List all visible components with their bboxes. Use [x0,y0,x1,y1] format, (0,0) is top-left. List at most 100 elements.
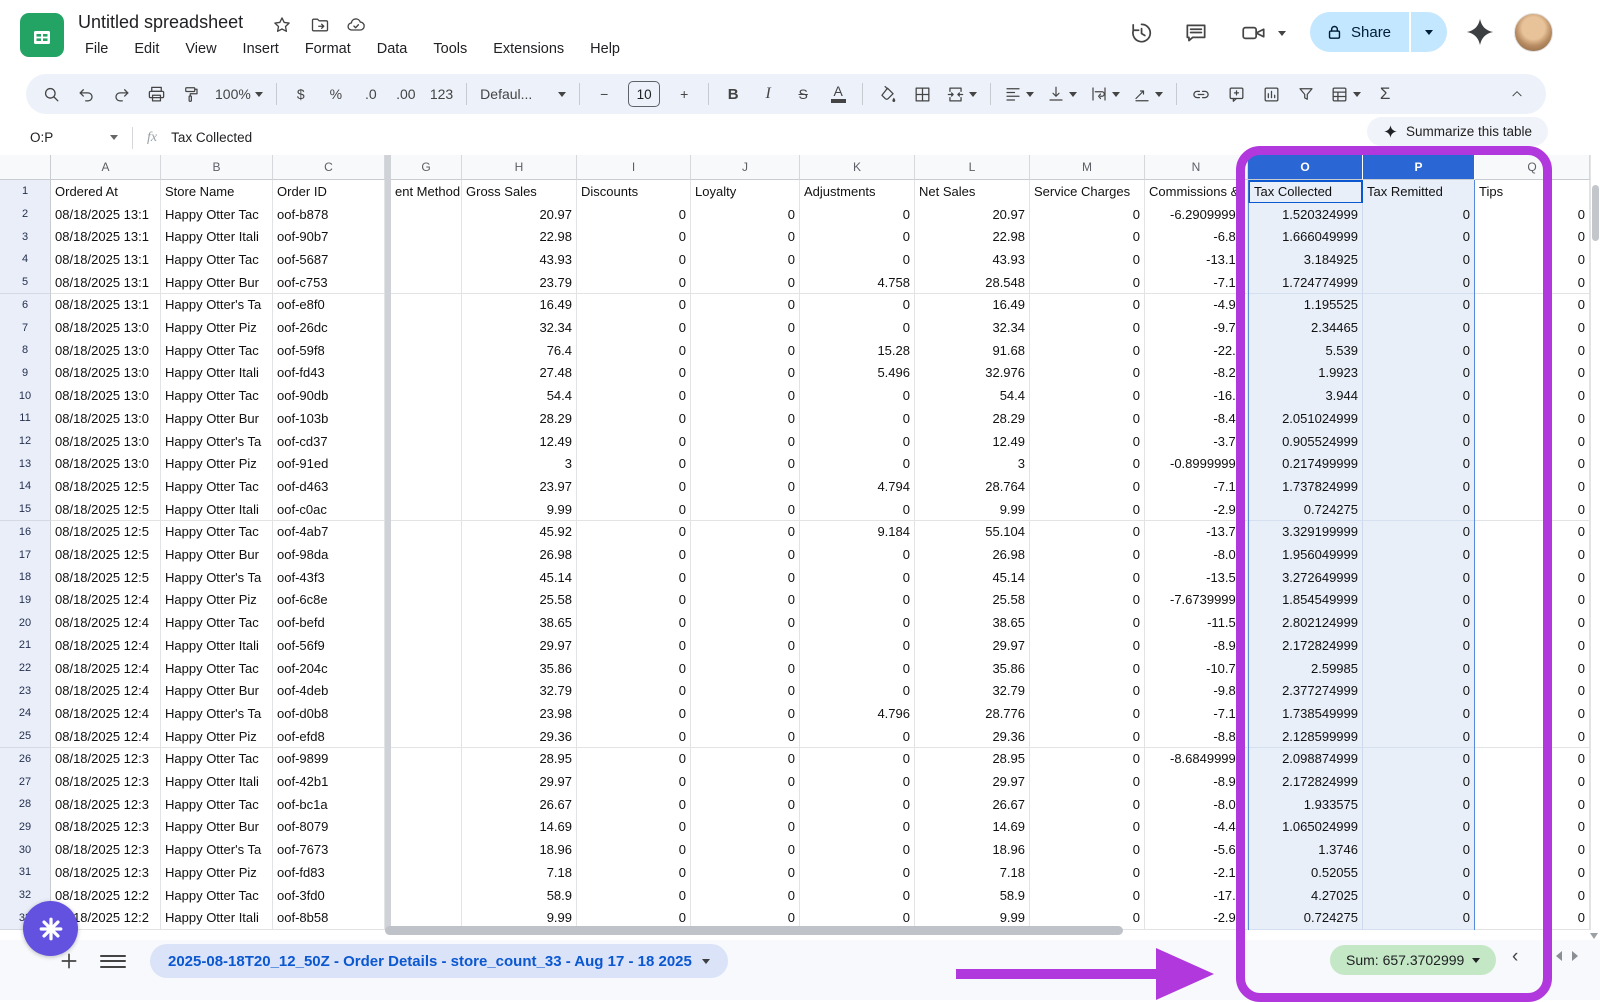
cell-Q7[interactable]: 0 [1475,316,1590,340]
cell-B16[interactable]: Happy Otter Tac [161,521,273,545]
cell-I1[interactable]: Discounts [577,180,691,204]
cell-M29[interactable]: 0 [1030,816,1145,840]
cell-G7[interactable] [391,316,462,340]
cell-O16[interactable]: 3.329199999 [1248,521,1363,545]
insert-chart-icon[interactable] [1260,80,1282,108]
cell-B33[interactable]: Happy Otter Itali [161,906,273,930]
cell-Q10[interactable]: 0 [1475,384,1590,408]
cell-H22[interactable]: 35.86 [462,657,577,681]
cell-I10[interactable]: 0 [577,384,691,408]
font-select[interactable]: Defaul... [480,80,566,108]
cell-Q8[interactable]: 0 [1475,339,1590,363]
cell-C18[interactable]: oof-43f3 [273,566,385,590]
cell-C29[interactable]: oof-8079 [273,816,385,840]
cell-I2[interactable]: 0 [577,203,691,227]
cell-A19[interactable]: 08/18/2025 12:4 [51,589,161,613]
cell-J16[interactable]: 0 [691,521,800,545]
increase-font-size-button[interactable]: + [673,80,695,108]
cell-C3[interactable]: oof-90b7 [273,225,385,249]
cell-A26[interactable]: 08/18/2025 12:3 [51,748,161,772]
cell-A9[interactable]: 08/18/2025 13:0 [51,362,161,386]
cell-O4[interactable]: 3.184925 [1248,248,1363,272]
cell-G18[interactable] [391,566,462,590]
star-icon[interactable] [272,15,292,35]
cell-N30[interactable]: -5.68 [1145,838,1248,862]
cell-L32[interactable]: 58.9 [915,884,1030,908]
row-header-11[interactable]: 11 [0,407,51,431]
cell-Q27[interactable]: 0 [1475,770,1590,794]
cell-M17[interactable]: 0 [1030,543,1145,567]
cell-A12[interactable]: 08/18/2025 13:0 [51,430,161,454]
cell-I7[interactable]: 0 [577,316,691,340]
cell-P10[interactable]: 0 [1363,384,1475,408]
cell-P24[interactable]: 0 [1363,702,1475,726]
cell-G26[interactable] [391,748,462,772]
cell-K4[interactable]: 0 [800,248,915,272]
cell-H10[interactable]: 54.4 [462,384,577,408]
cell-G16[interactable] [391,521,462,545]
cell-B7[interactable]: Happy Otter Piz [161,316,273,340]
add-sheet-button[interactable] [56,948,82,974]
cell-H3[interactable]: 22.98 [462,225,577,249]
cell-B13[interactable]: Happy Otter Piz [161,452,273,476]
cell-B9[interactable]: Happy Otter Itali [161,362,273,386]
cell-M7[interactable]: 0 [1030,316,1145,340]
cell-L17[interactable]: 26.98 [915,543,1030,567]
cell-P2[interactable]: 0 [1363,203,1475,227]
cell-H32[interactable]: 58.9 [462,884,577,908]
row-header-13[interactable]: 13 [0,452,51,476]
cell-A3[interactable]: 08/18/2025 13:1 [51,225,161,249]
cell-K1[interactable]: Adjustments [800,180,915,204]
cell-Q9[interactable]: 0 [1475,362,1590,386]
filter-icon[interactable] [1295,80,1317,108]
cell-L28[interactable]: 26.67 [915,793,1030,817]
cell-P3[interactable]: 0 [1363,225,1475,249]
decrease-decimals-button[interactable]: .0 [360,80,382,108]
column-header-C[interactable]: C [273,155,385,180]
cell-C28[interactable]: oof-bc1a [273,793,385,817]
row-header-29[interactable]: 29 [0,816,51,840]
functions-button[interactable]: Σ [1374,80,1396,108]
cell-Q6[interactable]: 0 [1475,294,1590,318]
cell-I29[interactable]: 0 [577,816,691,840]
cell-H27[interactable]: 29.97 [462,770,577,794]
cell-G4[interactable] [391,248,462,272]
cell-P8[interactable]: 0 [1363,339,1475,363]
cell-H6[interactable]: 16.49 [462,294,577,318]
cell-B18[interactable]: Happy Otter's Ta [161,566,273,590]
menu-view[interactable]: View [176,38,225,60]
cell-G15[interactable] [391,498,462,522]
cell-N32[interactable]: -17.6 [1145,884,1248,908]
cell-A21[interactable]: 08/18/2025 12:4 [51,634,161,658]
cell-P5[interactable]: 0 [1363,271,1475,295]
cell-G3[interactable] [391,225,462,249]
format-currency-button[interactable]: $ [290,80,312,108]
cell-C1[interactable]: Order ID [273,180,385,204]
cell-O17[interactable]: 1.956049999 [1248,543,1363,567]
cell-K32[interactable]: 0 [800,884,915,908]
vertical-scrollbar[interactable] [1590,155,1600,930]
cell-B14[interactable]: Happy Otter Tac [161,475,273,499]
sheet-tab[interactable]: 2025-08-18T20_12_50Z - Order Details - s… [150,944,728,978]
cell-I19[interactable]: 0 [577,589,691,613]
cell-Q15[interactable]: 0 [1475,498,1590,522]
cell-M32[interactable]: 0 [1030,884,1145,908]
cell-J11[interactable]: 0 [691,407,800,431]
cell-N20[interactable]: -11.59 [1145,611,1248,635]
cell-I9[interactable]: 0 [577,362,691,386]
cell-N11[interactable]: -8.48 [1145,407,1248,431]
redo-icon[interactable] [110,80,132,108]
cell-H13[interactable]: 3 [462,452,577,476]
cell-N8[interactable]: -22.9 [1145,339,1248,363]
cell-M20[interactable]: 0 [1030,611,1145,635]
cell-Q1[interactable]: Tips [1475,180,1590,204]
row-header-20[interactable]: 20 [0,611,51,635]
cell-L9[interactable]: 32.976 [915,362,1030,386]
cell-M5[interactable]: 0 [1030,271,1145,295]
fill-color-icon[interactable] [876,80,898,108]
cell-J5[interactable]: 0 [691,271,800,295]
cell-N6[interactable]: -4.94 [1145,294,1248,318]
cell-I20[interactable]: 0 [577,611,691,635]
cell-J24[interactable]: 0 [691,702,800,726]
cell-P32[interactable]: 0 [1363,884,1475,908]
